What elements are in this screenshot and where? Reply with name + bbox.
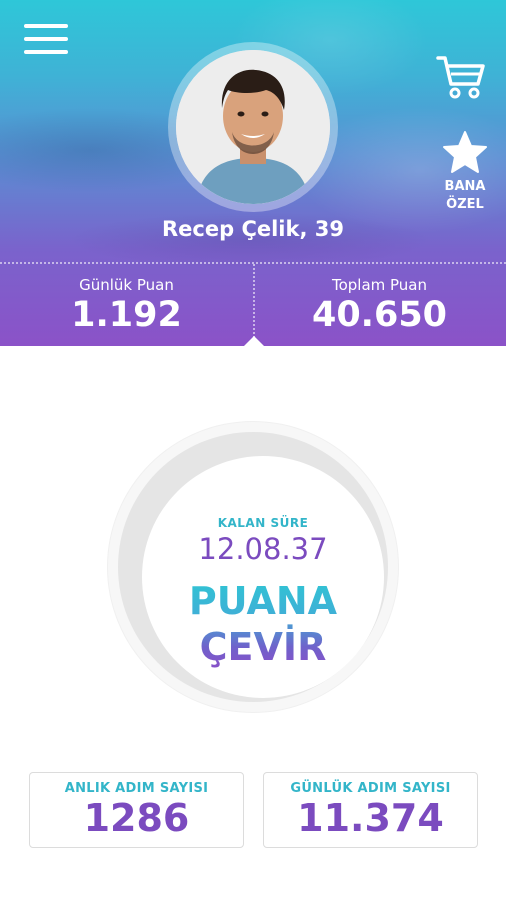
daily-points-label: Günlük Puan — [79, 276, 174, 294]
total-points-value: 40.650 — [311, 295, 448, 335]
daily-points-stat: Günlük Puan 1.192 — [0, 276, 253, 336]
convert-to-points-button[interactable]: KALAN SÜRE 12.08.37 PUANA ÇEVİR — [142, 456, 384, 698]
remaining-time-label: KALAN SÜRE — [217, 516, 309, 530]
instant-steps-label: ANLIK ADIM SAYISI — [64, 781, 209, 796]
avatar-ring — [168, 42, 338, 212]
bana-ozel-button[interactable]: BANA ÖZEL — [438, 130, 492, 214]
convert-dial: KALAN SÜRE 12.08.37 PUANA ÇEVİR — [108, 422, 398, 712]
daily-steps-label: GÜNLÜK ADIM SAYISI — [290, 781, 451, 796]
dial-ring: KALAN SÜRE 12.08.37 PUANA ÇEVİR — [118, 432, 388, 702]
profile-header: BANA ÖZEL Recep Çelik, 39 Günlük Puan 1.… — [0, 0, 506, 346]
shopping-cart-icon[interactable] — [436, 54, 486, 100]
pointer-arrow — [243, 336, 265, 346]
star-icon — [443, 131, 487, 173]
convert-label: PUANA ÇEVİR — [142, 578, 384, 670]
total-points-stat: Toplam Puan 40.650 — [253, 276, 506, 336]
remaining-time-value: 12.08.37 — [198, 532, 328, 566]
hamburger-menu-icon[interactable] — [24, 24, 68, 56]
daily-points-value: 1.192 — [71, 295, 182, 335]
daily-steps-value: 11.374 — [297, 796, 444, 840]
bana-ozel-label: BANA ÖZEL — [444, 179, 486, 212]
avatar[interactable] — [176, 50, 330, 204]
instant-steps-value: 1286 — [83, 796, 190, 840]
instant-steps-card: ANLIK ADIM SAYISI 1286 — [29, 772, 244, 848]
user-name: Recep Çelik, 39 — [162, 217, 344, 241]
total-points-label: Toplam Puan — [331, 276, 428, 294]
daily-steps-card: GÜNLÜK ADIM SAYISI 11.374 — [263, 772, 478, 848]
